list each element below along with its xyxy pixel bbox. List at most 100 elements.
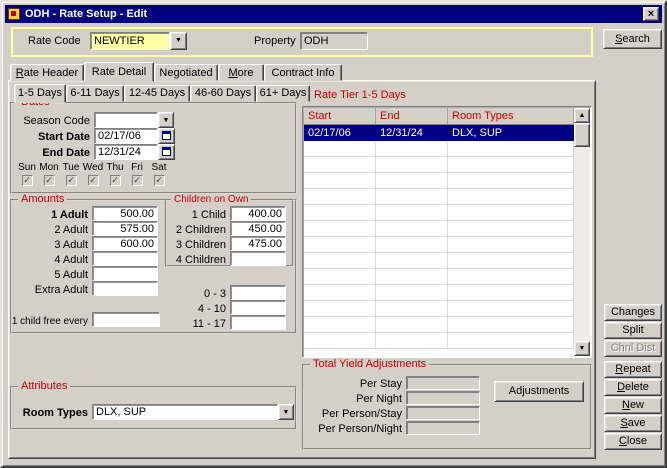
check-icon: ✓ [23, 175, 31, 185]
rate-code-input[interactable] [90, 32, 170, 50]
tab-negotiated[interactable]: Negotiated [154, 64, 218, 81]
vertical-scrollbar[interactable]: ▲ ▼ [574, 108, 590, 356]
adult-3-input[interactable] [92, 236, 158, 251]
table-row-empty[interactable] [304, 157, 574, 173]
cell-start: 02/17/06 [304, 125, 376, 141]
age-0-3-input[interactable] [230, 285, 286, 300]
table-header: Start End Room Types [304, 108, 574, 125]
adult-5-input[interactable] [92, 266, 158, 281]
scrollbar-thumb[interactable] [574, 123, 590, 147]
table-row-empty[interactable] [304, 141, 574, 157]
column-header-start[interactable]: Start [304, 108, 376, 124]
start-date-input[interactable] [94, 128, 158, 144]
season-code-input[interactable] [94, 112, 158, 128]
table-row-empty[interactable] [304, 317, 574, 333]
age-11-17-input[interactable] [230, 315, 286, 330]
column-header-end[interactable]: End [376, 108, 448, 124]
table-row-empty[interactable] [304, 189, 574, 205]
weekday-checkbox-fri[interactable]: ✓ [132, 175, 143, 186]
table-row-empty[interactable] [304, 301, 574, 317]
scroll-up-icon: ▲ [579, 112, 586, 119]
property-input[interactable] [300, 32, 368, 50]
adult-1-input[interactable] [92, 206, 158, 221]
end-date-input[interactable] [94, 144, 158, 160]
per-person-night-label: Per Person/Night [304, 423, 402, 435]
table-row-empty[interactable] [304, 285, 574, 301]
room-types-label: Room Types [12, 407, 88, 419]
end-date-calendar-button[interactable] [158, 144, 175, 160]
save-button[interactable]: Save [604, 415, 662, 432]
weekday-checkbox-mon[interactable]: ✓ [44, 175, 55, 186]
per-night-input[interactable] [406, 391, 480, 405]
adjustments-button[interactable]: Adjustments [494, 381, 584, 402]
adult-4-input[interactable] [92, 251, 158, 266]
child-free-label: 1 child free every [6, 316, 88, 327]
season-code-dropdown-button[interactable]: ▼ [158, 112, 174, 128]
chevron-down-icon: ▼ [175, 37, 182, 44]
scroll-up-button[interactable]: ▲ [574, 108, 590, 123]
search-button[interactable]: Search [603, 29, 662, 49]
tab-rate-detail[interactable]: Rate Detail [84, 62, 154, 82]
per-stay-label: Per Stay [304, 378, 402, 390]
extra-adult-input[interactable] [92, 281, 158, 296]
check-icon: ✓ [89, 175, 97, 185]
child-2-input[interactable] [230, 221, 286, 236]
per-person-stay-input[interactable] [406, 406, 480, 420]
tab-rate-header[interactable]: Rate Header [10, 64, 84, 81]
weekday-checkbox-sat[interactable]: ✓ [154, 175, 165, 186]
child-2-label: 2 Children [170, 224, 226, 236]
table-row-empty[interactable] [304, 221, 574, 237]
subtab-1-5-days[interactable]: 1-5 Days [14, 84, 66, 103]
table-row-empty[interactable] [304, 269, 574, 285]
children-group-title: Children on Own [171, 194, 251, 205]
rate-tier-title: Rate Tier 1-5 Days [314, 89, 406, 101]
tab-contract-info[interactable]: Contract Info [264, 64, 342, 81]
subtab-46-60-days[interactable]: 46-60 Days [190, 85, 256, 102]
check-icon: ✓ [45, 175, 53, 185]
per-stay-input[interactable] [406, 376, 480, 390]
end-date-label: End Date [12, 147, 90, 159]
rate-code-dropdown-button[interactable]: ▼ [170, 32, 187, 50]
start-date-calendar-button[interactable] [158, 128, 175, 144]
new-button[interactable]: New [604, 397, 662, 414]
table-row-empty[interactable] [304, 205, 574, 221]
weekday-checkbox-tue[interactable]: ✓ [66, 175, 77, 186]
app-icon [8, 8, 20, 20]
adult-2-input[interactable] [92, 221, 158, 236]
child-1-input[interactable] [230, 206, 286, 221]
room-types-dropdown-button[interactable]: ▼ [278, 404, 294, 420]
delete-button[interactable]: Delete [604, 379, 662, 396]
changes-button[interactable]: Changes [604, 304, 662, 321]
check-icon: ✓ [133, 175, 141, 185]
child-3-input[interactable] [230, 236, 286, 251]
close-window-button[interactable]: Close [604, 433, 662, 450]
column-header-room-types[interactable]: Room Types [448, 108, 574, 124]
scroll-down-button[interactable]: ▼ [574, 341, 590, 356]
per-person-night-input[interactable] [406, 421, 480, 435]
weekday-label: Sun [18, 162, 36, 173]
subtab-61-plus-days[interactable]: 61+ Days [256, 85, 310, 102]
child-4-input[interactable] [230, 251, 286, 266]
weekday-checkbox-sun[interactable]: ✓ [22, 175, 33, 186]
repeat-button[interactable]: Repeat [604, 361, 662, 378]
weekday-label: Thu [106, 162, 123, 173]
child-free-input[interactable] [92, 312, 160, 327]
split-button[interactable]: Split [604, 322, 662, 339]
age-4-10-input[interactable] [230, 300, 286, 315]
adult-3-label: 3 Adult [12, 239, 88, 251]
table-row-empty[interactable] [304, 333, 574, 349]
close-button[interactable]: × [643, 7, 659, 21]
weekday-checkbox-thu[interactable]: ✓ [110, 175, 121, 186]
table-row-empty[interactable] [304, 173, 574, 189]
tab-more[interactable]: More [218, 64, 264, 81]
titlebar[interactable]: ODH - Rate Setup - Edit × [5, 5, 662, 23]
table-row-empty[interactable] [304, 253, 574, 269]
adult-1-label: 1 Adult [12, 209, 88, 221]
subtab-6-11-days[interactable]: 6-11 Days [66, 85, 124, 102]
weekday-checkbox-wed[interactable]: ✓ [88, 175, 99, 186]
table-row-empty[interactable] [304, 237, 574, 253]
room-types-input[interactable] [92, 404, 278, 420]
subtab-12-45-days[interactable]: 12-45 Days [124, 85, 190, 102]
table-row-selected[interactable]: 02/17/06 12/31/24 DLX, SUP [304, 125, 574, 141]
per-person-stay-label: Per Person/Stay [304, 408, 402, 420]
